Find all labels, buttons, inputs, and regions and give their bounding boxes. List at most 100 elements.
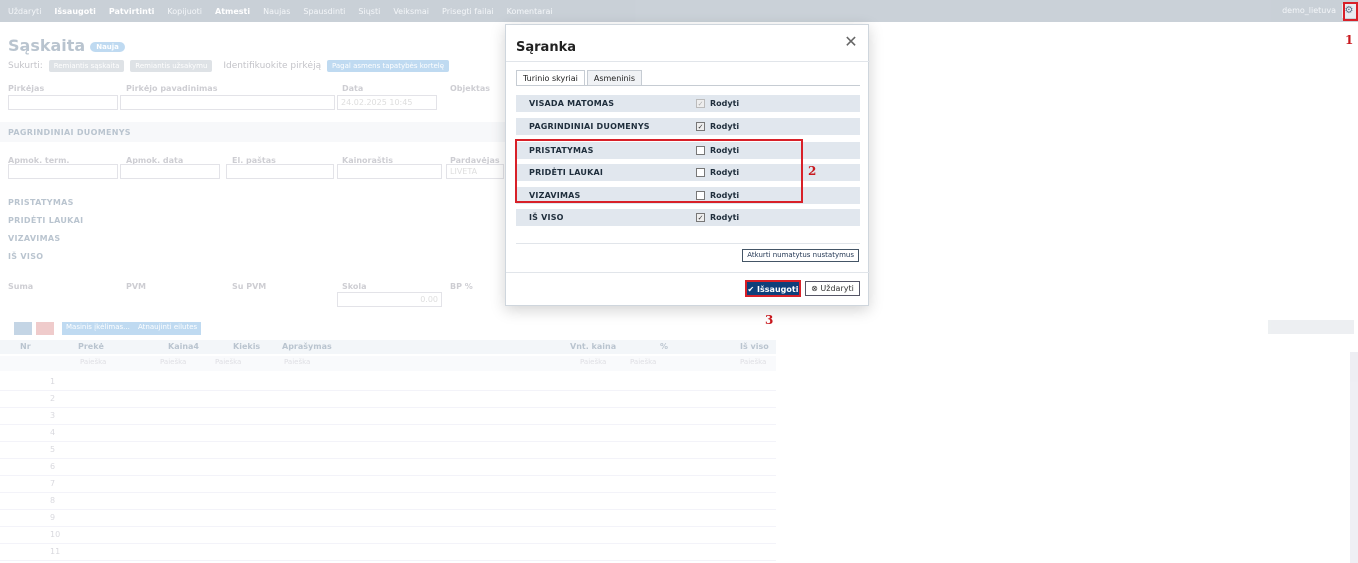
mass-import-button[interactable]: Masinis įkėlimas... bbox=[62, 322, 134, 335]
table-search-row: Paieška Paieška Paieška Paieška Paieška … bbox=[0, 356, 776, 371]
section-added-fields[interactable]: PRIDĖTI LAUKAI bbox=[8, 216, 83, 225]
user-name[interactable]: demo_lietuva bbox=[1282, 6, 1336, 15]
search-description[interactable]: Paieška bbox=[284, 358, 310, 366]
page-title-text: Sąskaita bbox=[8, 36, 86, 55]
table-row[interactable]: 7 bbox=[0, 476, 776, 493]
table-row[interactable]: 5 bbox=[0, 442, 776, 459]
save-label: Išsaugoti bbox=[757, 285, 799, 294]
table-row[interactable]: 10 bbox=[0, 527, 776, 544]
table-row[interactable]: 4 bbox=[0, 425, 776, 442]
buyer-name-input[interactable] bbox=[120, 95, 335, 110]
section-bar-main bbox=[0, 122, 505, 142]
toolbar-comments[interactable]: Komentarai bbox=[507, 7, 553, 16]
toolbar-reject[interactable]: Atmesti bbox=[215, 7, 250, 16]
toolbar-confirm[interactable]: Patvirtinti bbox=[109, 7, 155, 16]
section-total[interactable]: IŠ VISO bbox=[8, 252, 43, 261]
toolbar-send[interactable]: Siųsti bbox=[358, 7, 380, 16]
section-approval[interactable]: VIZAVIMAS bbox=[8, 234, 60, 243]
checkbox-label: Rodyti bbox=[710, 99, 740, 108]
email-input[interactable] bbox=[226, 164, 334, 179]
search-price4[interactable]: Paieška bbox=[160, 358, 186, 366]
col-unit-price[interactable]: Vnt. kaina bbox=[570, 342, 616, 351]
top-toolbar: Uždaryti Išsaugoti Patvirtinti Kopijuoti… bbox=[0, 0, 1358, 22]
col-total[interactable]: Iš viso bbox=[740, 342, 769, 351]
toolbar-actions[interactable]: Veiksmai bbox=[393, 7, 429, 16]
checkbox-label[interactable]: Rodyti bbox=[710, 122, 739, 131]
modal-divider bbox=[506, 61, 870, 62]
field-label-date: Data bbox=[342, 84, 364, 93]
search-qty[interactable]: Paieška bbox=[215, 358, 241, 366]
grid-tools[interactable] bbox=[1268, 320, 1354, 334]
field-label-pricelist: Kainoraštis bbox=[342, 156, 393, 165]
modal-footer-divider bbox=[506, 272, 870, 273]
table-row[interactable]: 6 bbox=[0, 459, 776, 476]
toolbar-close[interactable]: Uždaryti bbox=[8, 7, 41, 16]
created-from-order[interactable]: Remiantis užsakymu bbox=[130, 60, 213, 72]
col-percent[interactable]: % bbox=[660, 342, 668, 351]
annotation-box-2 bbox=[515, 139, 803, 203]
save-button[interactable]: ✔ Išsaugoti bbox=[745, 280, 801, 297]
debt-input[interactable]: 0.00 bbox=[337, 292, 442, 307]
search-total[interactable]: Paieška bbox=[740, 358, 766, 366]
tab-underline bbox=[516, 85, 860, 86]
reset-defaults-button[interactable]: Atkurti numatytus nustatymus bbox=[742, 249, 859, 262]
page-title: Sąskaita Nauja bbox=[8, 36, 125, 55]
row-number: 1 bbox=[50, 377, 56, 386]
date-input[interactable]: 24.02.2025 10:45 bbox=[337, 95, 437, 110]
created-from-invoice[interactable]: Remiantis sąskaita bbox=[48, 60, 125, 72]
pricelist-input[interactable] bbox=[337, 164, 442, 179]
pay-date-input[interactable] bbox=[120, 164, 220, 179]
field-label-pay-date: Apmok. data bbox=[126, 156, 184, 165]
col-nr[interactable]: Nr bbox=[20, 342, 31, 351]
search-item[interactable]: Paieška bbox=[80, 358, 106, 366]
pay-term-input[interactable] bbox=[8, 164, 118, 179]
close-icon[interactable]: ✕ bbox=[844, 34, 858, 50]
identify-button[interactable]: Pagal asmens tapatybės kortelę bbox=[326, 60, 449, 72]
row-number: 9 bbox=[50, 513, 56, 522]
close-button[interactable]: ⊗ Uždaryti bbox=[805, 281, 860, 296]
section-row-always-visible: VISADA MATOMAS ✓ Rodyti bbox=[516, 95, 860, 112]
section-presentation[interactable]: PRISTATYMAS bbox=[8, 198, 74, 207]
toolbar-new[interactable]: Naujas bbox=[263, 7, 290, 16]
refresh-rows-button[interactable]: Atnaujinti eilutes bbox=[134, 322, 202, 335]
col-item[interactable]: Prekė bbox=[78, 342, 104, 351]
toolbar-print[interactable]: Spausdinti bbox=[303, 7, 345, 16]
tab-content-sections[interactable]: Turinio skyriai bbox=[516, 70, 585, 86]
table-row[interactable]: 11 bbox=[0, 544, 776, 561]
field-label-vat: PVM bbox=[126, 282, 147, 291]
table-header: Nr Prekė Kaina4 Kiekis Aprašymas Vnt. ka… bbox=[0, 340, 776, 354]
row-number: 7 bbox=[50, 479, 56, 488]
table-row[interactable]: 1 bbox=[0, 374, 776, 391]
table-row[interactable]: 2 bbox=[0, 391, 776, 408]
checkbox-total[interactable]: ✓ bbox=[696, 213, 705, 222]
field-label-email: El. paštas bbox=[232, 156, 276, 165]
search-unit-price[interactable]: Paieška bbox=[580, 358, 606, 366]
tab-personal[interactable]: Asmeninis bbox=[586, 70, 642, 86]
search-percent[interactable]: Paieška bbox=[630, 358, 656, 366]
section-name: IŠ VISO bbox=[529, 213, 564, 222]
seller-input[interactable]: LIVETA bbox=[446, 164, 504, 179]
col-price4[interactable]: Kaina4 bbox=[168, 342, 199, 351]
field-label-buyer: Pirkėjas bbox=[8, 84, 45, 93]
buyer-input[interactable] bbox=[8, 95, 118, 110]
col-description[interactable]: Aprašymas bbox=[282, 342, 332, 351]
rows-add-button[interactable] bbox=[14, 322, 32, 335]
table-row[interactable]: 8 bbox=[0, 493, 776, 510]
modal-divider bbox=[516, 243, 860, 244]
toolbar-attachments[interactable]: Prisegti failai bbox=[442, 7, 494, 16]
toolbar-copy[interactable]: Kopijuoti bbox=[167, 7, 202, 16]
annotation-number-2: 2 bbox=[808, 164, 817, 178]
checkbox-main-data[interactable]: ✓ bbox=[696, 122, 705, 131]
app-root: Uždaryti Išsaugoti Patvirtinti Kopijuoti… bbox=[0, 0, 1358, 563]
field-label-buyer-name: Pirkėjo pavadinimas bbox=[126, 84, 218, 93]
table-row[interactable]: 9 bbox=[0, 510, 776, 527]
row-number: 3 bbox=[50, 411, 56, 420]
toolbar-save[interactable]: Išsaugoti bbox=[54, 7, 95, 16]
rows-delete-button[interactable] bbox=[36, 322, 54, 335]
col-qty[interactable]: Kiekis bbox=[233, 342, 260, 351]
table-scrollbar[interactable] bbox=[1350, 352, 1358, 563]
section-main[interactable]: PAGRINDINIAI DUOMENYS bbox=[8, 128, 131, 137]
checkbox-label[interactable]: Rodyti bbox=[710, 213, 739, 222]
table-row[interactable]: 3 bbox=[0, 408, 776, 425]
created-label: Sukurti: bbox=[8, 61, 43, 71]
